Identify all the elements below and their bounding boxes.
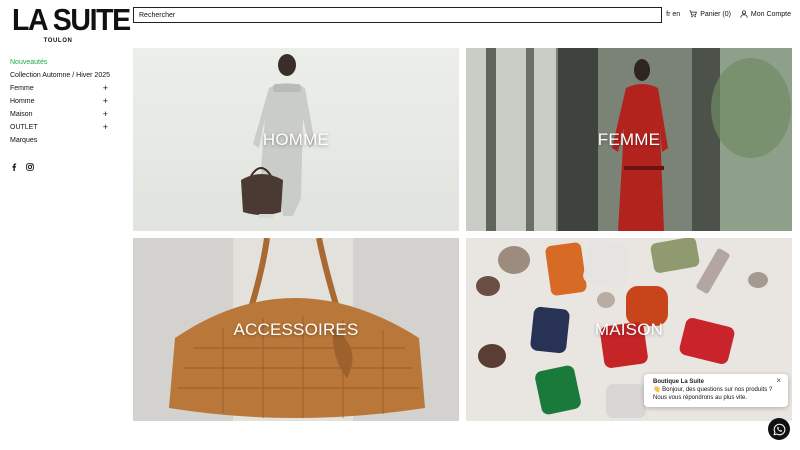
search-input[interactable]: Rechercher: [133, 7, 662, 23]
expand-icon[interactable]: +: [103, 123, 108, 132]
close-icon[interactable]: ×: [776, 377, 781, 385]
header-nav: fr en Panier (0) Mon Compte: [666, 10, 791, 18]
tile-label-maison: MAISON: [594, 319, 664, 339]
cart-label: Panier (0): [700, 10, 731, 18]
whatsapp-button[interactable]: [768, 418, 790, 440]
chat-message-line1: 👋 Bonjour, des questions sur nos produit…: [653, 387, 773, 393]
category-tile-femme[interactable]: FEMME: [466, 48, 792, 231]
sidebar-item-maison[interactable]: Maison +: [10, 108, 108, 121]
sidebar-item-homme[interactable]: Homme +: [10, 95, 108, 108]
facebook-icon[interactable]: [10, 158, 18, 171]
sidebar-item-label: Femme: [10, 85, 34, 92]
category-tile-homme[interactable]: HOMME: [133, 48, 459, 231]
sidebar-item-marques[interactable]: Marques: [10, 134, 108, 147]
expand-icon[interactable]: +: [103, 110, 108, 119]
tile-label-homme: HOMME: [262, 129, 330, 149]
logo-city: TOULON: [43, 38, 73, 44]
tile-label-femme: FEMME: [597, 129, 661, 149]
sidebar-nav: Nouveautés Collection Automne / Hiver 20…: [10, 56, 110, 171]
social-links: [10, 158, 108, 171]
sidebar-item-label: Homme: [10, 98, 35, 105]
search-placeholder: Rechercher: [139, 11, 176, 19]
account-label: Mon Compte: [750, 10, 791, 18]
sidebar-item-collection[interactable]: Collection Automne / Hiver 2025: [10, 69, 110, 82]
category-tile-accessoires[interactable]: ACCESSOIRES: [133, 238, 459, 421]
instagram-icon[interactable]: [26, 158, 34, 171]
language-label: fr en: [666, 10, 681, 18]
sidebar-item-nouveautes[interactable]: Nouveautés: [10, 56, 108, 69]
language-switcher[interactable]: fr en: [666, 11, 680, 18]
sidebar-item-label: Collection Automne / Hiver 2025: [10, 72, 110, 79]
chat-popup[interactable]: Boutique La Suite 👋 Bonjour, des questio…: [644, 374, 788, 407]
sidebar-item-outlet[interactable]: OUTLET +: [10, 121, 108, 134]
chat-message-line2: Nous vous répondrons au plus vite.: [653, 395, 748, 401]
sidebar-item-label: Maison: [10, 111, 33, 118]
expand-icon[interactable]: +: [103, 84, 108, 93]
user-icon: [740, 10, 748, 18]
expand-icon[interactable]: +: [103, 97, 108, 106]
account-link[interactable]: Mon Compte: [740, 10, 791, 18]
sidebar-item-label: OUTLET: [10, 124, 38, 131]
sidebar-item-label: Marques: [10, 137, 38, 144]
tile-label-accessoires: ACCESSOIRES: [233, 319, 359, 339]
cart-link[interactable]: Panier (0): [689, 10, 731, 18]
logo-wordmark: LA SUITE: [12, 2, 131, 37]
sidebar-item-label: Nouveautés: [10, 59, 48, 66]
cart-icon: [689, 10, 698, 18]
site-logo[interactable]: LA SUITE TOULON: [8, 2, 131, 45]
sidebar-item-femme[interactable]: Femme +: [10, 82, 108, 95]
chat-title: Boutique La Suite: [653, 379, 704, 385]
whatsapp-icon: [772, 423, 785, 436]
